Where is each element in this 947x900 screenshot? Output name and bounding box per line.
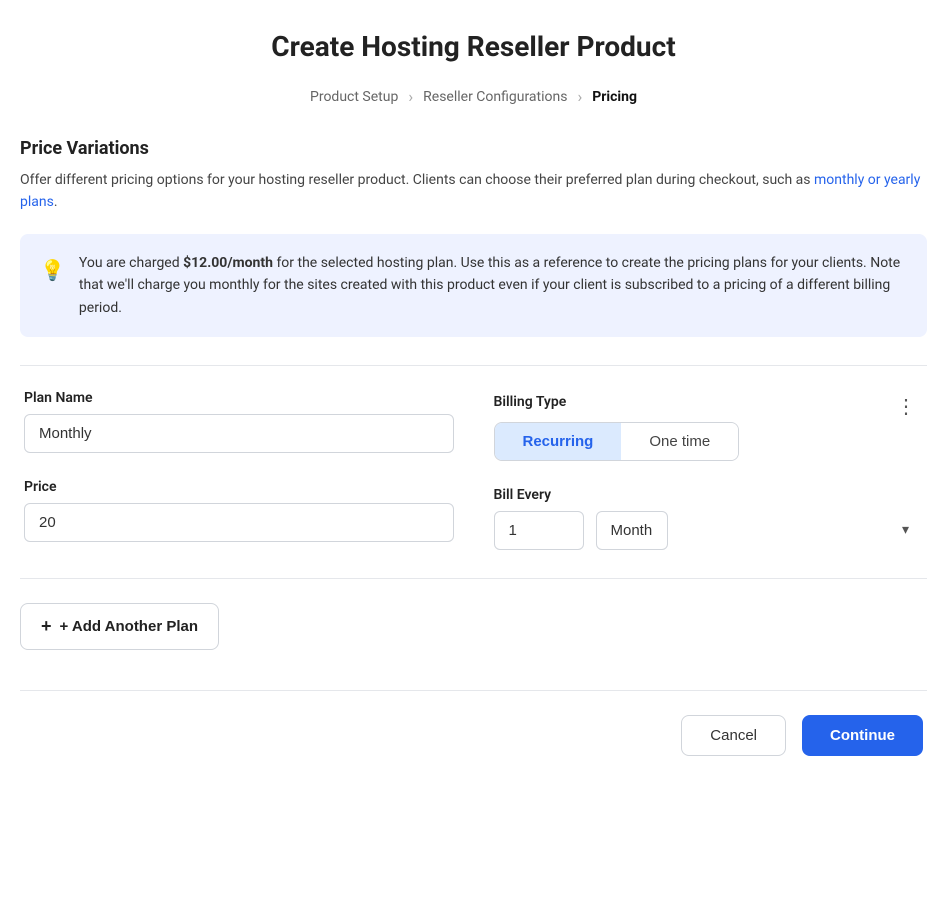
plan-name-label: Plan Name (24, 390, 454, 406)
price-label: Price (24, 479, 454, 495)
info-icon: 💡 (40, 254, 65, 286)
breadcrumb-pricing: Pricing (592, 89, 637, 105)
breadcrumb: Product Setup › Reseller Configurations … (20, 87, 927, 106)
bill-every-row: Day Week Month Year (494, 511, 924, 550)
price-field: Price (24, 479, 454, 542)
bill-every-unit-select[interactable]: Day Week Month Year (596, 511, 668, 550)
billing-type-field: Billing Type ⋮ Recurring One time (494, 390, 924, 461)
info-box-highlight: $12.00/month (183, 255, 273, 271)
plan-left-col: Plan Name Price (24, 390, 454, 550)
breadcrumb-sep-1: › (408, 87, 413, 106)
plan-form: Plan Name Price Billing Type ⋮ Recurring… (20, 390, 927, 550)
page-title: Create Hosting Reseller Product (20, 30, 927, 63)
more-options-icon[interactable]: ⋮ (890, 390, 923, 422)
add-plan-plus-icon: + (41, 616, 52, 637)
breadcrumb-sep-2: › (577, 87, 582, 106)
section-divider (20, 365, 927, 366)
billing-type-header: Billing Type ⋮ (494, 390, 924, 422)
add-another-plan-button[interactable]: + + Add Another Plan (20, 603, 219, 650)
plan-bottom-divider (20, 578, 927, 579)
cancel-button[interactable]: Cancel (681, 715, 786, 756)
price-variations-desc: Offer different pricing options for your… (20, 169, 927, 214)
footer-actions: Cancel Continue (20, 690, 927, 764)
breadcrumb-product-setup[interactable]: Product Setup (310, 89, 398, 105)
one-time-btn[interactable]: One time (621, 423, 738, 460)
add-plan-label: + Add Another Plan (60, 618, 198, 635)
plan-right-col: Billing Type ⋮ Recurring One time Bill E… (494, 390, 924, 550)
price-variations-title: Price Variations (20, 138, 927, 159)
plan-name-input[interactable] (24, 414, 454, 453)
billing-type-toggle: Recurring One time (494, 422, 740, 461)
price-input[interactable] (24, 503, 454, 542)
recurring-btn[interactable]: Recurring (495, 423, 622, 460)
bill-every-field: Bill Every Day Week Month Year (494, 487, 924, 550)
billing-type-label: Billing Type (494, 394, 567, 410)
info-box-text: You are charged $12.00/month for the sel… (79, 252, 907, 319)
info-box: 💡 You are charged $12.00/month for the s… (20, 234, 927, 337)
bill-every-select-wrapper: Day Week Month Year (596, 511, 924, 550)
continue-button[interactable]: Continue (802, 715, 923, 756)
bill-every-number-input[interactable] (494, 511, 584, 550)
plan-name-field: Plan Name (24, 390, 454, 453)
breadcrumb-reseller-config[interactable]: Reseller Configurations (423, 89, 567, 105)
bill-every-label: Bill Every (494, 487, 924, 503)
